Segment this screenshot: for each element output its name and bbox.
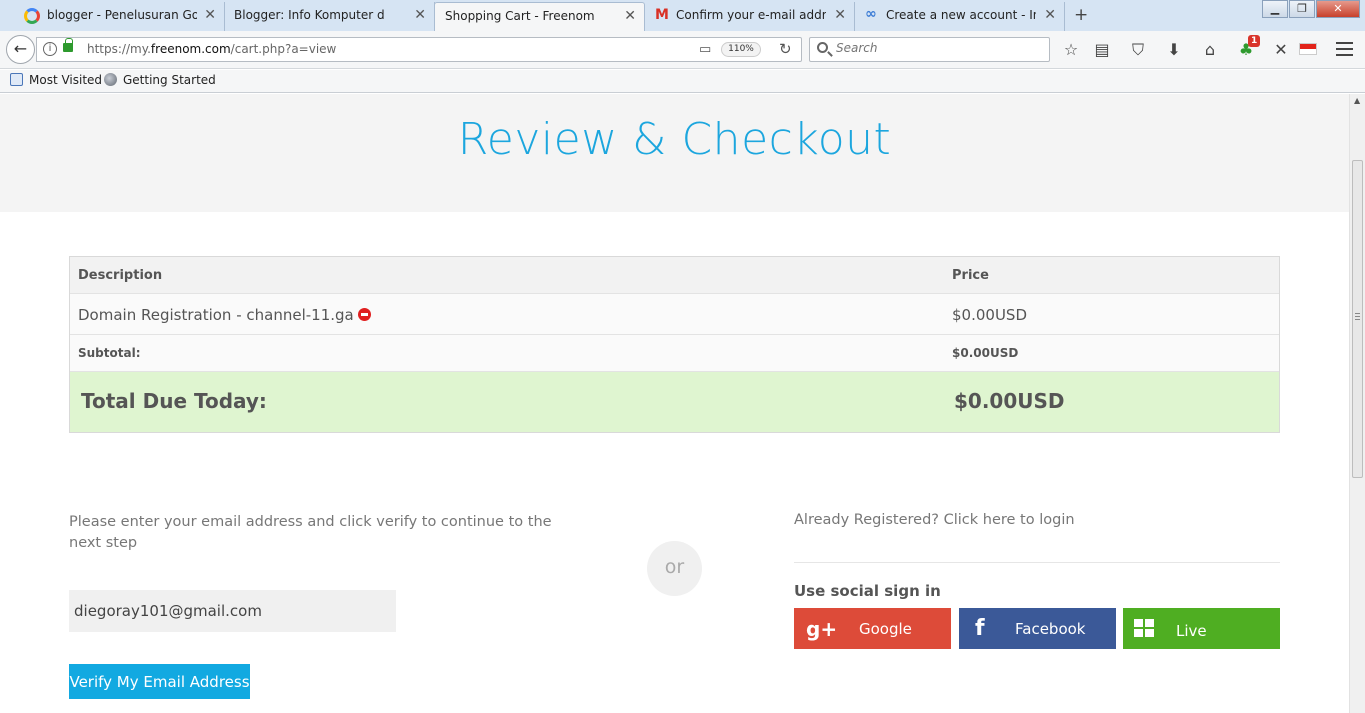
column-header-price: Price <box>952 268 989 283</box>
close-icon[interactable]: ✕ <box>834 7 846 23</box>
notification-badge: 1 <box>1248 35 1261 47</box>
reader-view-icon[interactable]: ▭ <box>699 42 711 57</box>
email-instruction: Please enter your email address and clic… <box>69 514 552 551</box>
divider <box>794 562 1280 563</box>
remove-icon[interactable] <box>357 308 371 321</box>
column-header-description: Description <box>78 268 163 283</box>
social-heading: Use social sign in <box>794 582 941 600</box>
page-content: Review & Checkout Description Price Doma… <box>0 94 1349 713</box>
x-extension-icon[interactable]: ✕ <box>1270 40 1292 59</box>
infinity-icon: ∞ <box>865 6 877 22</box>
new-tab-button[interactable]: + <box>1074 5 1088 25</box>
search-bar[interactable] <box>809 37 1050 62</box>
url-text[interactable]: https://my.freenom.com/cart.php?a=view <box>87 42 336 56</box>
home-icon[interactable]: ⌂ <box>1199 40 1221 59</box>
tab-title: Create a new account - Infinity <box>886 8 1036 22</box>
tab-title: Confirm your e-mail address <box>676 8 826 22</box>
google-sign-in-button[interactable]: g+ Google <box>794 608 951 649</box>
search-input[interactable] <box>836 41 1036 55</box>
info-icon[interactable]: i <box>43 42 57 56</box>
scrollbar-thumb[interactable] <box>1352 160 1363 478</box>
flag-icon[interactable] <box>1299 43 1317 55</box>
close-icon[interactable]: ✕ <box>1044 7 1056 23</box>
bookmark-getting-started[interactable]: Getting Started <box>104 73 216 87</box>
item-price: $0.00USD <box>952 306 1027 324</box>
verify-email-button[interactable]: Verify My Email Address <box>69 664 250 699</box>
close-icon[interactable]: ✕ <box>624 8 636 24</box>
close-icon[interactable]: ✕ <box>414 7 426 23</box>
close-icon[interactable]: ✕ <box>204 7 216 23</box>
total-row: Total Due Today: $0.00USD <box>70 372 1279 432</box>
bookmarks-folder-icon <box>10 73 23 86</box>
subtotal-row: Subtotal: $0.00USD <box>70 335 1279 372</box>
subtotal-label: Subtotal: <box>78 346 141 360</box>
facebook-sign-in-button[interactable]: f Facebook <box>959 608 1116 649</box>
windows-icon <box>1134 619 1155 638</box>
gmail-icon: M <box>655 7 669 23</box>
bookmarks-bar: Most Visited Getting Started <box>0 70 1365 93</box>
email-field[interactable] <box>69 590 396 632</box>
cart-table: Description Price Domain Registration - … <box>69 256 1280 433</box>
table-header-row: Description Price <box>70 257 1279 294</box>
page-header: Review & Checkout <box>0 94 1349 212</box>
minimize-button[interactable]: ▁ <box>1262 0 1288 18</box>
login-link[interactable]: Already Registered? Click here to login <box>794 512 1075 528</box>
reload-icon[interactable]: ↻ <box>779 40 792 58</box>
tab-blogger[interactable]: Blogger: Info Komputer dan Teknologi ✕ <box>225 2 435 31</box>
url-bar[interactable]: i https://my.freenom.com/cart.php?a=view… <box>36 37 802 62</box>
window-close-button[interactable]: ✕ <box>1316 0 1360 18</box>
tab-shopping-cart[interactable]: Shopping Cart - Freenom ✕ <box>434 2 645 31</box>
subtotal-value: $0.00USD <box>952 346 1019 360</box>
back-button[interactable]: ← <box>6 35 35 64</box>
tab-title: blogger - Penelusuran Google <box>47 8 197 22</box>
or-divider: or <box>647 541 702 596</box>
bookmarks-list-icon[interactable]: ▤ <box>1091 40 1113 59</box>
grip-icon <box>1355 313 1360 320</box>
table-row: Domain Registration - channel-11.ga $0.0… <box>70 294 1279 335</box>
tab-title: Shopping Cart - Freenom <box>445 9 595 23</box>
scrollbar[interactable]: ▲ <box>1349 94 1365 713</box>
scroll-up-icon[interactable]: ▲ <box>1354 96 1360 105</box>
google-label: Google <box>859 620 912 638</box>
tab-title: Blogger: Info Komputer dan Teknologi <box>234 8 384 22</box>
google-icon <box>24 8 40 24</box>
tab-strip: blogger - Penelusuran Google ✕ Blogger: … <box>0 0 1365 31</box>
total-label: Total Due Today: <box>81 389 267 413</box>
search-icon <box>817 42 828 53</box>
total-value: $0.00USD <box>954 389 1065 413</box>
live-label: Live <box>1176 622 1207 640</box>
tab-confirm-email[interactable]: M Confirm your e-mail address ✕ <box>645 2 855 31</box>
live-sign-in-button[interactable]: Live <box>1123 608 1280 649</box>
zoom-level[interactable]: 110% <box>721 42 761 57</box>
page-title: Review & Checkout <box>457 114 892 165</box>
lock-icon[interactable] <box>63 38 73 52</box>
facebook-icon: f <box>975 616 985 641</box>
maximize-button[interactable]: ❐ <box>1289 0 1315 18</box>
tab-google-search[interactable]: blogger - Penelusuran Google ✕ <box>14 2 225 31</box>
bookmark-star-icon[interactable]: ☆ <box>1060 40 1082 59</box>
navigation-bar: ← i https://my.freenom.com/cart.php?a=vi… <box>0 31 1365 69</box>
item-description: Domain Registration - channel-11.ga <box>78 306 371 324</box>
tab-create-account[interactable]: ∞ Create a new account - Infinity ✕ <box>855 2 1065 31</box>
menu-icon[interactable] <box>1336 42 1353 56</box>
download-icon[interactable]: ⬇ <box>1163 40 1185 59</box>
google-plus-icon: g+ <box>806 617 838 641</box>
bookmark-most-visited[interactable]: Most Visited <box>10 73 102 87</box>
pocket-icon[interactable]: ⛉ <box>1127 40 1149 60</box>
globe-icon <box>104 73 117 86</box>
facebook-label: Facebook <box>1015 620 1086 638</box>
